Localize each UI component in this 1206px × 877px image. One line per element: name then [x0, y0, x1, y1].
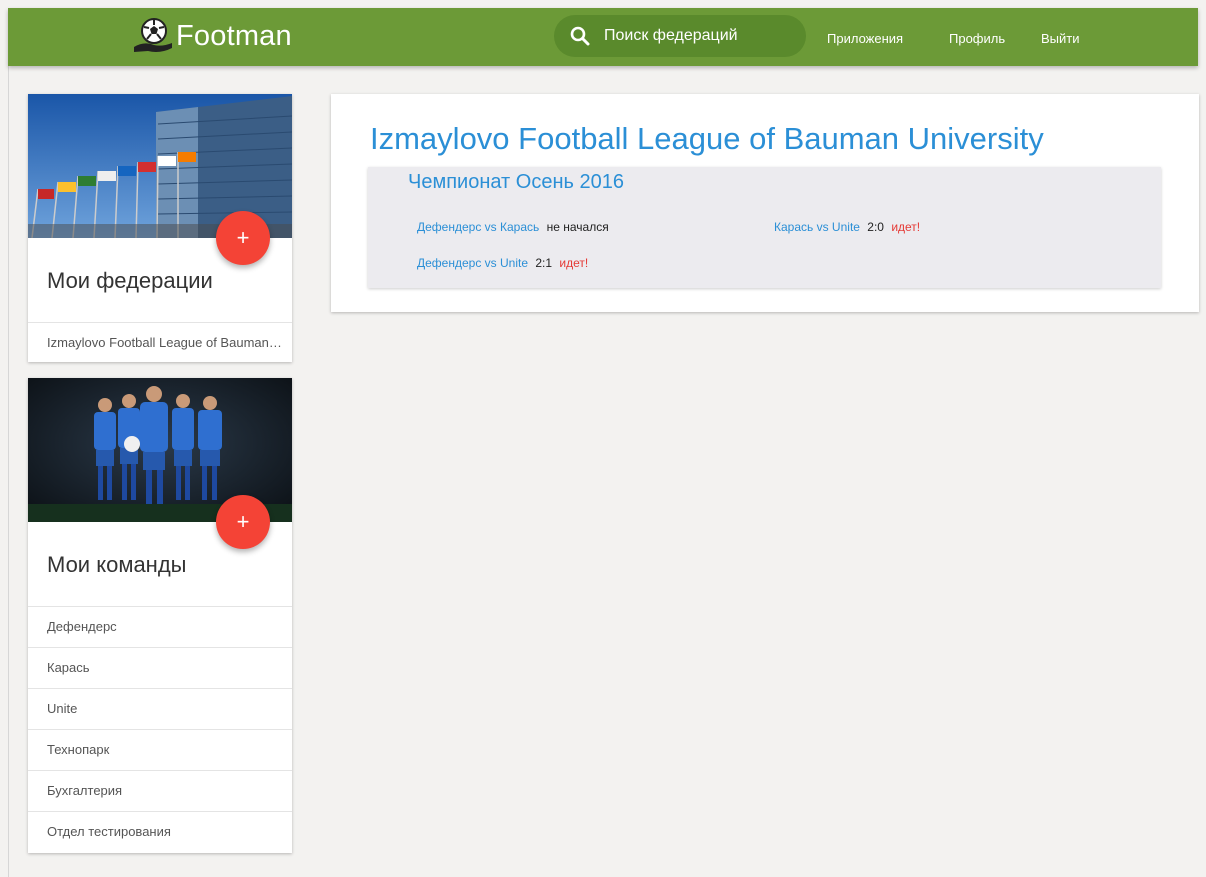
add-federation-button[interactable]: + [216, 211, 270, 265]
logo-link[interactable]: Footman [130, 17, 292, 55]
teams-title: Мои команды [47, 552, 187, 577]
team-item-testing[interactable]: Отдел тестирования [28, 811, 292, 852]
match-item: Карась vs Unite 2:0 идет! [774, 220, 920, 234]
nav-apps-link[interactable]: Приложения [827, 31, 903, 46]
add-team-button[interactable]: + [216, 495, 270, 549]
federation-item[interactable]: Izmaylovo Football League of Bauman Univ… [28, 322, 292, 363]
championship-title[interactable]: Чемпионат Осень 2016 [408, 171, 624, 194]
league-card: Izmaylovo Football League of Bauman Univ… [331, 94, 1199, 312]
federations-title: Мои федерации [47, 268, 213, 293]
team-item-unite[interactable]: Unite [28, 688, 292, 729]
match-teams-link[interactable]: Дефендерс vs Карась [417, 220, 539, 234]
match-status: идет! [559, 256, 589, 270]
league-title[interactable]: Izmaylovo Football League of Bauman Univ… [370, 121, 1044, 157]
match-teams-link[interactable]: Карась vs Unite [774, 220, 860, 234]
championship-panel: Чемпионат Осень 2016 Дефендерс vs Карась… [368, 167, 1161, 288]
search-label: Поиск федераций [604, 27, 738, 44]
team-item-technopark[interactable]: Технопарк [28, 729, 292, 770]
teams-card: + Мои команды Дефендерс Карась Unite Тех… [28, 378, 292, 853]
match-teams-link[interactable]: Дефендерс vs Unite [417, 256, 528, 270]
search-federations[interactable]: Поиск федераций [554, 15, 806, 57]
match-status: идет! [891, 220, 921, 234]
match-score: 2:0 [867, 220, 884, 234]
match-item: Дефендерс vs Карась не начался [417, 220, 609, 234]
search-icon [570, 26, 590, 46]
top-bar: Footman Поиск федераций Приложения Профи… [8, 8, 1198, 66]
team-item-karas[interactable]: Карась [28, 647, 292, 688]
soccer-ball-hand-icon [130, 17, 176, 55]
match-score: 2:1 [535, 256, 553, 270]
match-status: не начался [546, 220, 609, 234]
team-item-accounting[interactable]: Бухгалтерия [28, 770, 292, 811]
nav-logout-link[interactable]: Выйти [1041, 31, 1080, 46]
logo-text: Footman [176, 19, 292, 52]
federations-card: + Мои федерации Izmaylovo Football Leagu… [28, 94, 292, 362]
team-item-defenders[interactable]: Дефендерс [28, 606, 292, 647]
match-item: Дефендерс vs Unite 2:1 идет! [417, 256, 588, 270]
nav-profile-link[interactable]: Профиль [949, 31, 1005, 46]
